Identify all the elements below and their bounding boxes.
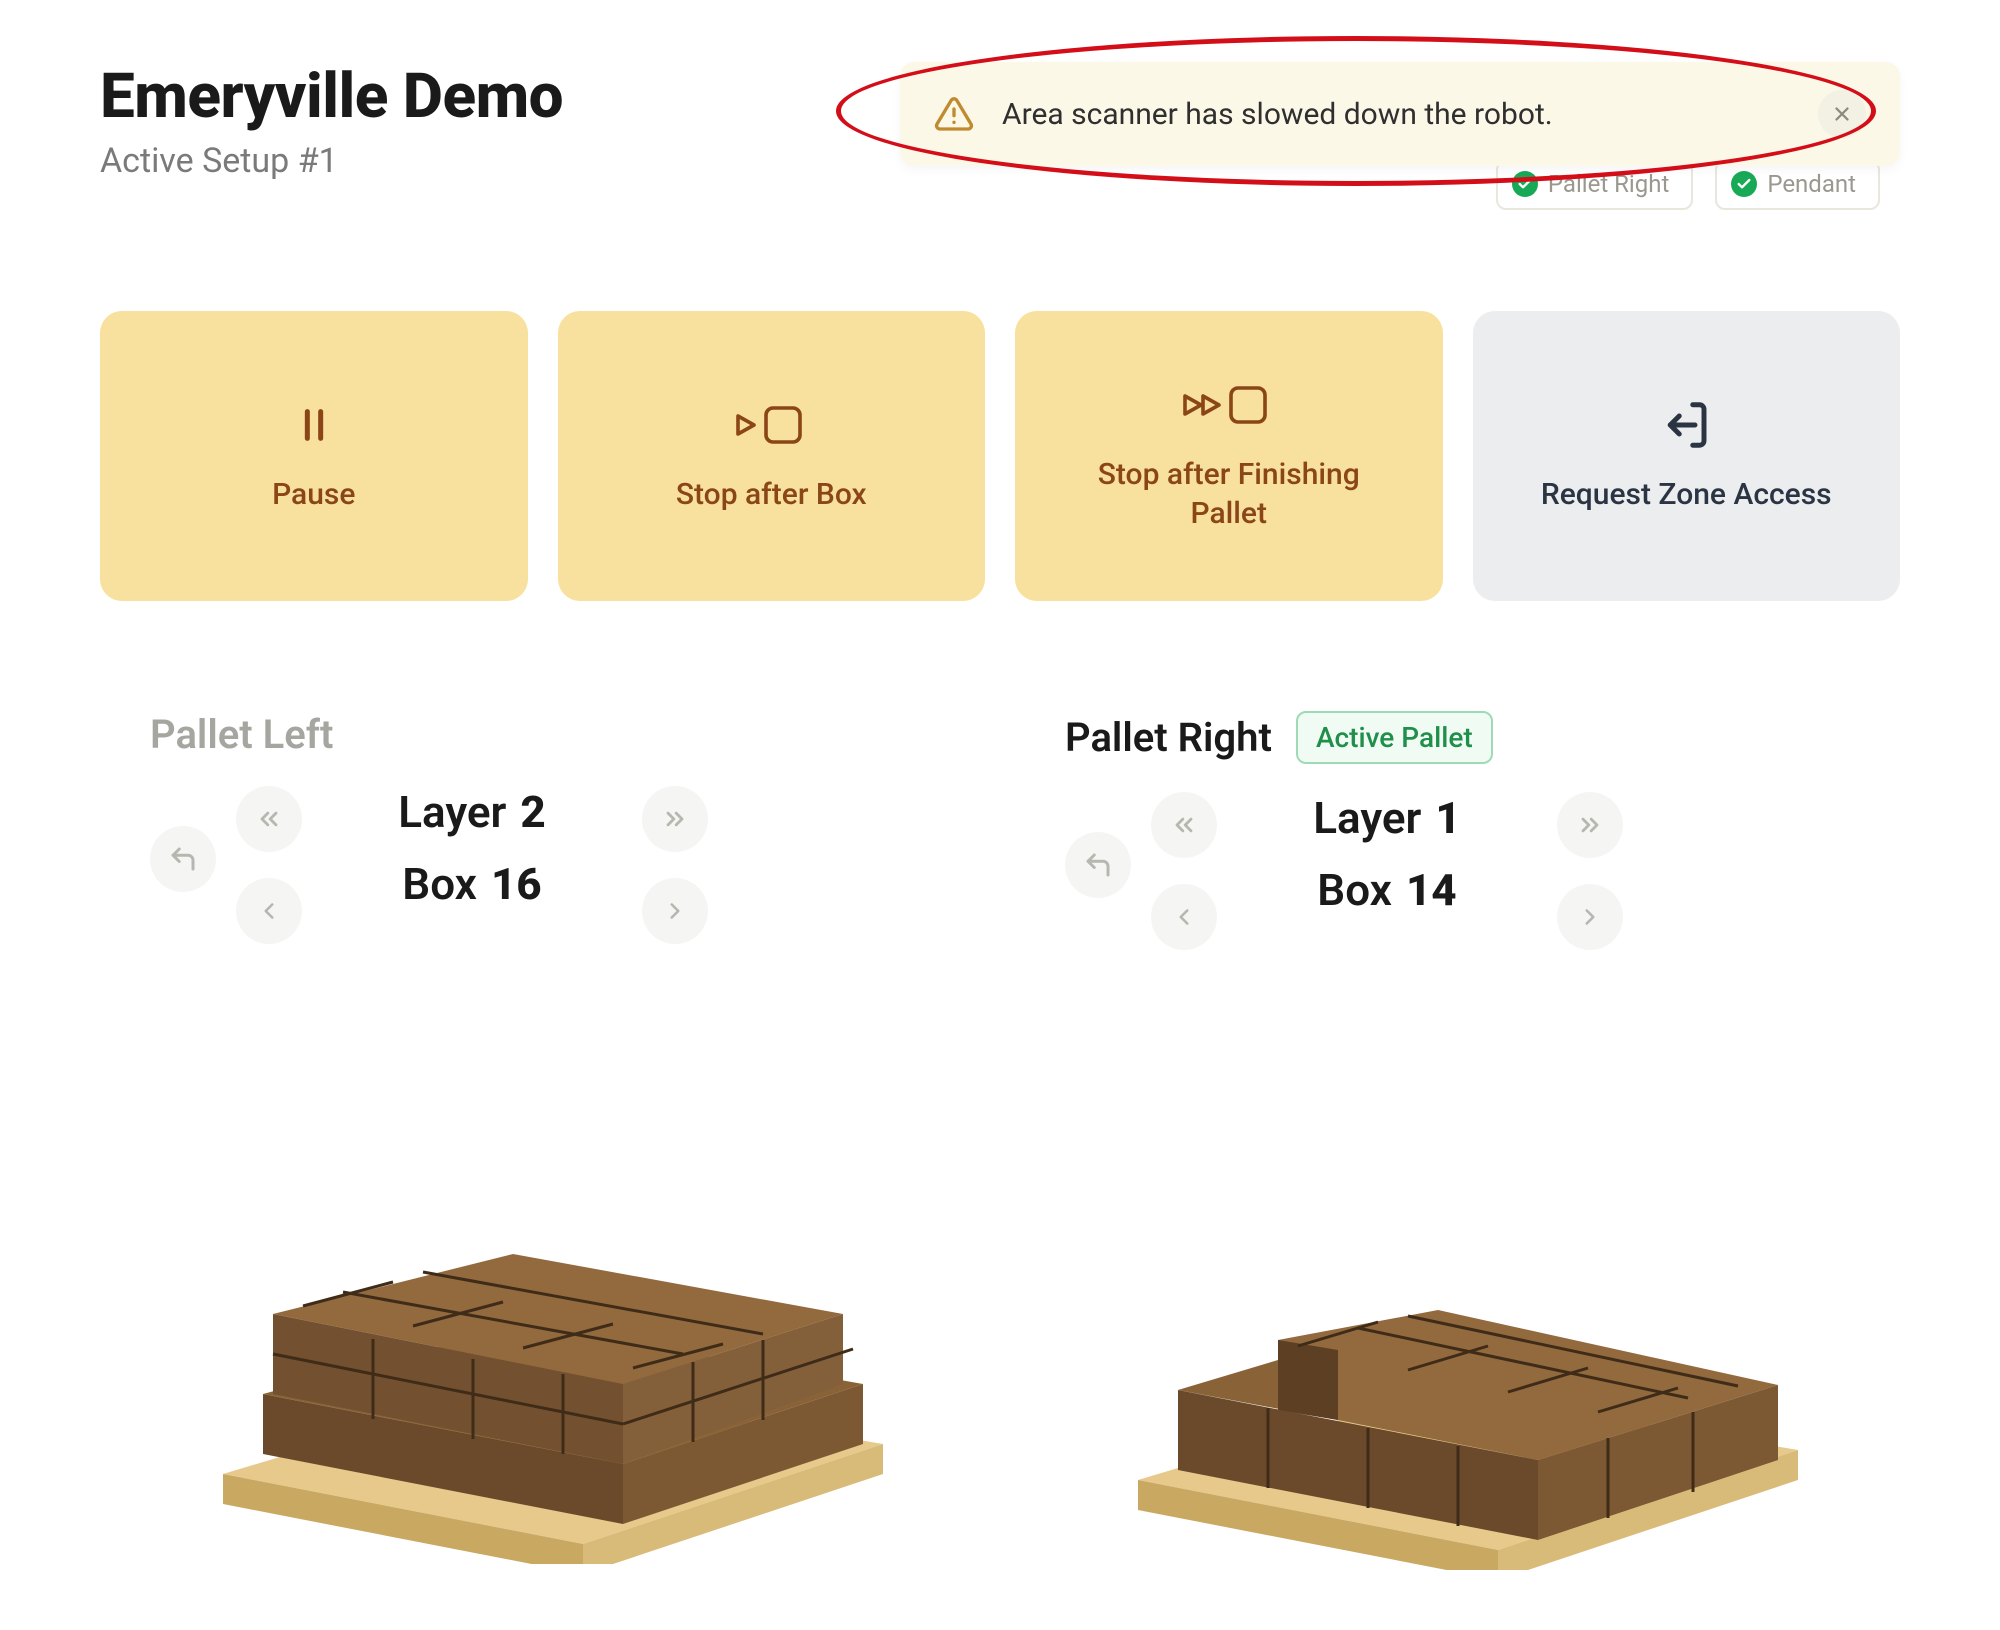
page-subtitle: Active Setup #1: [100, 141, 563, 181]
pallet-left-3d-view: [100, 1004, 985, 1564]
chevrons-left-icon: [1170, 811, 1198, 839]
chevron-left-icon: [1171, 904, 1197, 930]
pallet-right-panel: Pallet Right Active Pallet La: [1015, 711, 1900, 1570]
chevron-right-icon: [662, 898, 688, 924]
action-label: Request Zone Access: [1541, 475, 1832, 514]
box-next-button[interactable]: [642, 878, 708, 944]
undo-icon: [168, 844, 198, 874]
layer-value: 1: [1435, 792, 1460, 844]
action-label: Stop after Box: [676, 475, 867, 514]
action-label: Pause: [272, 475, 355, 514]
notification-text: Area scanner has slowed down the robot.: [1002, 97, 1790, 132]
fastforward-stop-icon: [1181, 379, 1277, 431]
stop-after-pallet-button[interactable]: Stop after Finishing Pallet: [1015, 311, 1443, 601]
chevron-right-icon: [1577, 904, 1603, 930]
layer-next-button[interactable]: [642, 786, 708, 852]
box-prev-button[interactable]: [236, 878, 302, 944]
layer-label: Layer: [1313, 792, 1421, 844]
check-circle-icon: [1731, 171, 1757, 197]
action-label: Stop after Finishing Pallet: [1058, 455, 1400, 533]
status-pills: Pallet Right Pendant: [900, 160, 1900, 210]
enter-door-icon: [1659, 399, 1713, 451]
pallet-right-title: Pallet Right: [1065, 714, 1272, 761]
chevrons-right-icon: [661, 805, 689, 833]
undo-icon: [1083, 850, 1113, 880]
active-pallet-badge: Active Pallet: [1296, 711, 1493, 764]
chevrons-right-icon: [1576, 811, 1604, 839]
play-stop-icon: [732, 399, 810, 451]
status-label: Pendant: [1767, 170, 1856, 198]
chevrons-left-icon: [255, 805, 283, 833]
notification-close-button[interactable]: [1818, 90, 1866, 138]
stop-after-box-button[interactable]: Stop after Box: [558, 311, 986, 601]
page-title: Emeryville Demo: [100, 60, 563, 133]
action-cards: Pause Stop after Box Stop after Finishin…: [100, 311, 1900, 601]
layer-prev-button[interactable]: [236, 786, 302, 852]
box-label: Box: [402, 858, 477, 910]
chevron-left-icon: [256, 898, 282, 924]
pallet-left-panel: Pallet Left Layer 2: [100, 711, 985, 1570]
layer-label: Layer: [398, 786, 506, 838]
box-prev-button[interactable]: [1151, 884, 1217, 950]
undo-button[interactable]: [150, 826, 216, 892]
warning-triangle-icon: [934, 88, 974, 140]
box-next-button[interactable]: [1557, 884, 1623, 950]
status-pill-pendant: Pendant: [1715, 160, 1880, 210]
close-icon: [1831, 103, 1853, 125]
status-label: Pallet Right: [1548, 170, 1669, 198]
box-label: Box: [1317, 864, 1392, 916]
pallet-right-3d-view: [1015, 1010, 1900, 1570]
layer-prev-button[interactable]: [1151, 792, 1217, 858]
layer-next-button[interactable]: [1557, 792, 1623, 858]
layer-value: 2: [520, 786, 545, 838]
pause-icon: [294, 399, 334, 451]
pause-button[interactable]: Pause: [100, 311, 528, 601]
status-pill-pallet-right: Pallet Right: [1496, 160, 1693, 210]
title-block: Emeryville Demo Active Setup #1: [100, 60, 563, 181]
check-circle-icon: [1512, 171, 1538, 197]
pallet-left-title: Pallet Left: [150, 711, 333, 758]
notification-banner: Area scanner has slowed down the robot.: [900, 62, 1900, 166]
box-value: 16: [491, 858, 542, 910]
undo-button[interactable]: [1065, 832, 1131, 898]
request-zone-access-button[interactable]: Request Zone Access: [1473, 311, 1901, 601]
box-value: 14: [1406, 864, 1457, 916]
